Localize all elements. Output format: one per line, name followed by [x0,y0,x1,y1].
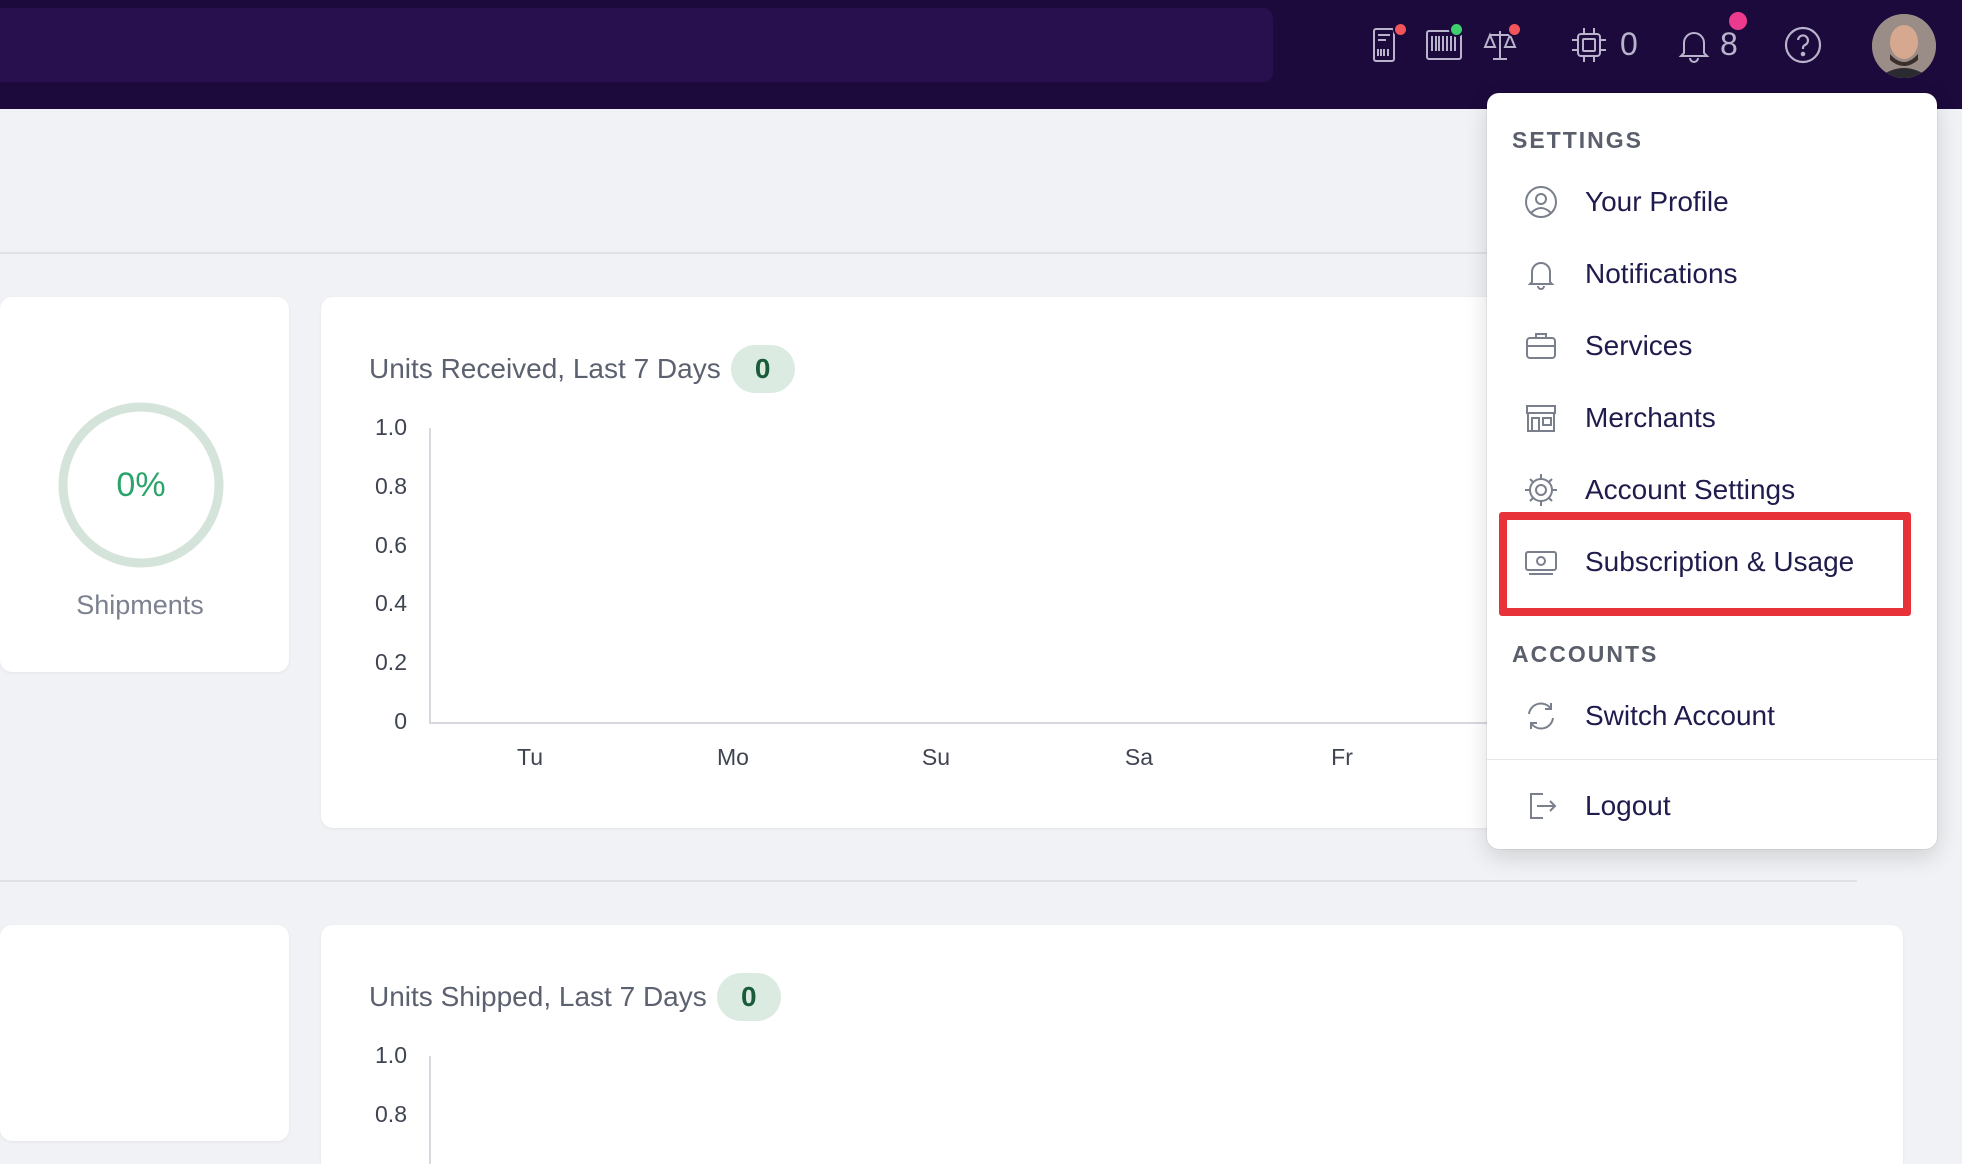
units-shipped-y-axis [429,1056,431,1164]
units-received-title-row: Units Received, Last 7 Days 0 [369,345,795,393]
barcode-printer-icon[interactable] [1365,22,1411,68]
shipments-percent: 0% [116,465,166,504]
scale-icon[interactable] [1479,22,1525,68]
status-dot-green [1449,22,1464,37]
storefront-icon [1522,399,1560,437]
menu-item-label: Notifications [1585,258,1738,289]
settings-heading: SETTINGS [1512,127,1644,153]
summary-card [0,925,289,1141]
accounts-heading: ACCOUNTS [1512,641,1659,667]
highlight-box [1499,512,1911,616]
units-received-badge: 0 [730,345,795,393]
menu-item-merchants[interactable]: Merchants [1487,387,1937,449]
search-bar[interactable] [0,8,1273,82]
menu-item-label: Switch Account [1585,700,1775,731]
x-tick-label: Fr [1331,744,1353,770]
status-dot-red [1507,22,1522,37]
status-dot-red [1393,22,1408,37]
y-tick-label: 0.2 [375,649,407,676]
user-circle-icon [1522,183,1560,221]
x-tick-label: Sa [1124,744,1154,770]
x-tick-label: Mo [717,744,749,770]
gear-icon [1522,471,1560,509]
menu-item-label: Logout [1585,790,1671,821]
bell-icon [1522,255,1560,293]
y-tick-label: 0.8 [375,1100,407,1127]
menu-item-label: Merchants [1585,402,1716,433]
units-shipped-title-row: Units Shipped, Last 7 Days 0 [369,973,781,1021]
menu-item-your-profile[interactable]: Your Profile [1487,171,1937,233]
y-tick-label: 0.6 [375,531,407,558]
shipments-label: Shipments [76,590,204,620]
x-tick-label: Tu [517,744,543,770]
user-menu-dropdown: SETTINGS Your Profile Notifications Serv… [1487,93,1937,849]
notifications-count: 8 [1720,26,1738,62]
units-shipped-badge: 0 [716,973,781,1021]
y-tick-label: 0.8 [375,472,407,499]
y-tick-label: 0 [394,708,407,734]
menu-divider [1487,759,1937,760]
menu-item-switch-account[interactable]: Switch Account [1487,685,1937,747]
menu-item-label: Services [1585,330,1693,361]
bell-icon[interactable] [1671,10,1749,68]
help-icon[interactable] [1780,22,1826,68]
refresh-icon [1522,697,1560,735]
menu-item-logout[interactable]: Logout [1487,775,1937,837]
y-tick-label: 0.4 [375,590,407,617]
units-shipped-title: Units Shipped, Last 7 Days [369,981,707,1012]
section-divider [0,880,1857,882]
briefcase-icon [1522,327,1560,365]
menu-item-label: Your Profile [1585,186,1729,217]
units-received-title: Units Received, Last 7 Days [369,353,721,384]
units-received-y-axis [429,428,431,724]
y-tick-label: 1.0 [375,1042,407,1068]
units-received-x-axis [429,722,1489,724]
menu-item-services[interactable]: Services [1487,315,1937,377]
chip-icon[interactable] [1566,22,1612,68]
tasks-count: 0 [1620,26,1638,62]
menu-item-notifications[interactable]: Notifications [1487,243,1937,305]
avatar[interactable] [1872,14,1936,78]
y-tick-label: 1.0 [375,414,407,440]
section-divider [0,252,1490,254]
menu-item-label: Account Settings [1585,474,1796,505]
logout-icon [1522,787,1560,825]
x-tick-label: Su [921,744,951,770]
barcode-scanner-icon[interactable] [1421,22,1467,68]
units-shipped-card [321,925,1903,1164]
